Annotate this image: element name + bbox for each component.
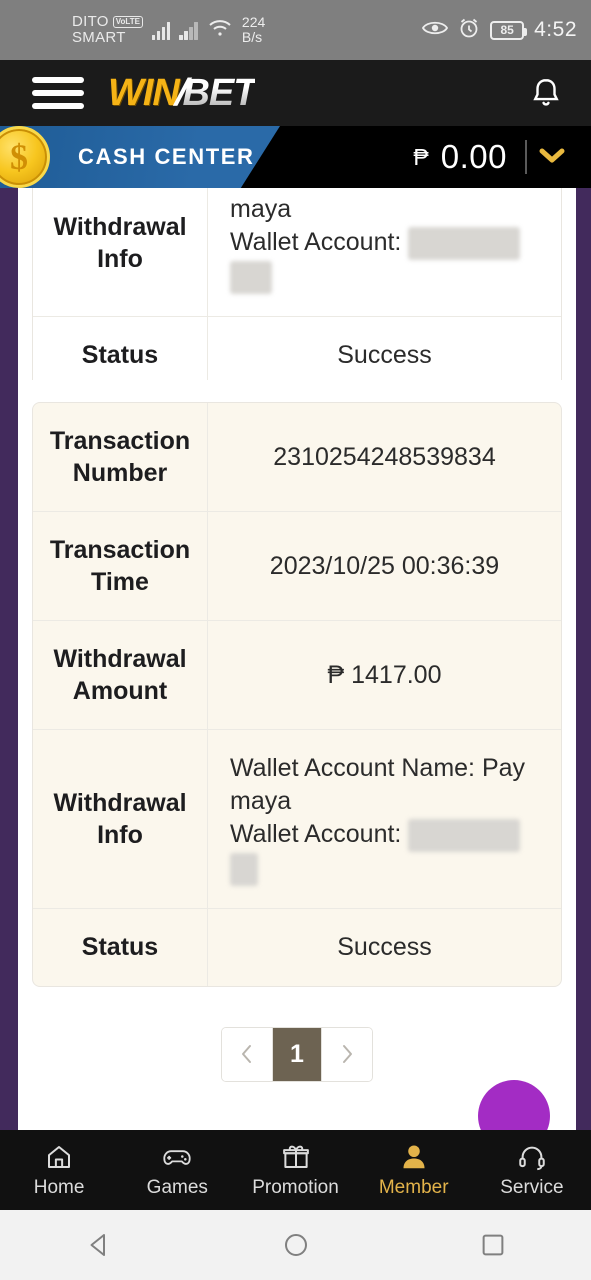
android-navigation-bar	[0, 1210, 591, 1280]
logo-text-bet: BET	[182, 71, 256, 114]
card-spacer	[32, 380, 562, 402]
redacted-account-number: 09171664	[408, 226, 520, 260]
app-header: WIN / BET	[0, 60, 591, 126]
chevron-right-icon[interactable]	[322, 1027, 372, 1081]
user-icon	[399, 1142, 429, 1172]
transaction-card-2: Transaction Number 2310254248539834 Tran…	[32, 402, 562, 987]
row-label: Status	[33, 316, 208, 380]
wallet-account-line-2: 612	[230, 260, 551, 294]
redacted-account-number: 09714441	[408, 818, 520, 852]
row-value: ₱ 1417.00	[208, 621, 561, 730]
headset-icon	[517, 1142, 547, 1172]
status-bar-right: 85 4:52	[422, 17, 577, 44]
balance-divider	[525, 140, 527, 174]
home-icon	[44, 1142, 74, 1172]
table-row: Transaction Number 2310254248539834	[33, 403, 561, 512]
signal-bars-sim2-icon	[179, 20, 198, 40]
page-number-1[interactable]: 1	[272, 1027, 322, 1081]
android-status-bar: DITO VoLTE SMART 224 B/s 85 4:52	[0, 0, 591, 60]
row-label: Transaction Time	[33, 512, 208, 621]
cash-center-bar: $ CASH CENTER ₱ 0.00	[0, 126, 591, 188]
winbet-logo[interactable]: WIN / BET	[108, 71, 256, 115]
nav-label: Promotion	[252, 1176, 339, 1198]
chevron-down-icon[interactable]	[535, 144, 569, 171]
network-speed: 224 B/s	[241, 13, 266, 46]
alarm-icon	[458, 17, 480, 44]
page-body: Withdrawal Info maya Wallet Account: 091…	[0, 188, 591, 1130]
nav-item-service[interactable]: Service	[473, 1142, 591, 1199]
content-area: Withdrawal Info maya Wallet Account: 091…	[18, 188, 576, 1130]
home-circle-icon[interactable]	[281, 1230, 311, 1260]
balance-display: ₱ 0.00	[413, 138, 507, 176]
table-row: Withdrawal Amount ₱ 1417.00	[33, 621, 561, 730]
nav-label: Home	[33, 1176, 85, 1198]
chevron-left-icon[interactable]	[222, 1027, 272, 1081]
row-value: Wallet Account Name: Pay maya Wallet Acc…	[208, 730, 561, 909]
row-value: maya Wallet Account: 09171664 612	[208, 188, 561, 317]
wallet-account-line-2: 62	[230, 852, 551, 886]
support-bubble-button[interactable]	[478, 1080, 550, 1130]
nav-label: Games	[146, 1176, 208, 1198]
redacted-account-number-2: 62	[230, 852, 258, 886]
nav-item-promotion[interactable]: Promotion	[236, 1142, 354, 1199]
network-speed-unit: B/s	[241, 29, 263, 45]
bottom-navigation: Home Games Promotion Member Service	[0, 1130, 591, 1210]
pagination: 1	[32, 1026, 562, 1082]
row-label: Withdrawal Amount	[33, 621, 208, 730]
wifi-icon	[207, 18, 233, 43]
cash-center-banner[interactable]: $ CASH CENTER	[0, 126, 280, 188]
transaction-card-1-clip: Withdrawal Info maya Wallet Account: 091…	[32, 188, 562, 380]
row-label: Status	[33, 908, 208, 986]
pagination-group: 1	[221, 1026, 373, 1082]
wallet-name-line: Wallet Account Name: Pay maya	[230, 754, 526, 815]
phone-screen: DITO VoLTE SMART 224 B/s 85 4:52 WIN / B…	[0, 0, 591, 1280]
gift-icon	[281, 1142, 311, 1172]
table-row: Withdrawal Info Wallet Account Name: Pay…	[33, 730, 561, 909]
coin-icon: $	[0, 126, 50, 188]
signal-bars-sim1-icon	[151, 20, 171, 40]
row-label: Withdrawal Info	[33, 188, 208, 317]
cash-center-label: CASH CENTER	[78, 144, 255, 169]
gamepad-icon	[162, 1142, 192, 1172]
wallet-account-line: Wallet Account: 09714441	[230, 818, 551, 852]
status-bar-clock: 4:52	[534, 18, 577, 41]
nav-item-member[interactable]: Member	[355, 1142, 473, 1199]
row-label: Transaction Number	[33, 403, 208, 512]
row-value: 2310254248539834	[208, 403, 561, 512]
nav-item-games[interactable]: Games	[118, 1142, 236, 1199]
status-bar-left: DITO VoLTE SMART 224 B/s	[72, 12, 266, 46]
carrier-info: DITO VoLTE SMART	[72, 12, 143, 46]
nav-label: Service	[500, 1176, 564, 1198]
transaction-card-1: Withdrawal Info maya Wallet Account: 091…	[32, 188, 562, 380]
currency-symbol: ₱	[413, 143, 429, 170]
wallet-account-line: Wallet Account: 09171664	[230, 226, 551, 260]
wallet-name-line: maya	[230, 195, 292, 223]
wallet-account-label: Wallet Account:	[230, 228, 402, 256]
network-speed-value: 224	[241, 13, 266, 30]
table-row: Status Success	[33, 908, 561, 986]
eye-icon	[422, 19, 449, 42]
row-value: Success	[337, 340, 432, 369]
battery-icon: 85	[490, 20, 528, 40]
carrier-name-1: DITO	[72, 12, 109, 30]
wallet-account-label: Wallet Account:	[230, 820, 402, 848]
table-row: Transaction Time 2023/10/25 00:36:39	[33, 512, 561, 621]
logo-text-win: WIN	[108, 71, 180, 114]
row-value: Success	[337, 932, 432, 961]
back-triangle-icon[interactable]	[84, 1230, 114, 1260]
nav-label: Member	[378, 1176, 449, 1198]
redacted-account-number-2: 612	[230, 260, 272, 294]
volte-badge: VoLTE	[112, 15, 143, 28]
table-row: Status Success	[33, 316, 561, 380]
row-value: 2023/10/25 00:36:39	[208, 512, 561, 621]
table-row: Withdrawal Info maya Wallet Account: 091…	[33, 188, 561, 317]
hamburger-menu-icon[interactable]	[32, 77, 84, 109]
nav-item-home[interactable]: Home	[0, 1142, 118, 1199]
row-label: Withdrawal Info	[33, 730, 208, 909]
carrier-name-2: SMART	[72, 29, 126, 46]
recents-square-icon[interactable]	[478, 1230, 508, 1260]
bell-icon[interactable]	[529, 76, 563, 110]
balance-amount: 0.00	[440, 138, 507, 175]
